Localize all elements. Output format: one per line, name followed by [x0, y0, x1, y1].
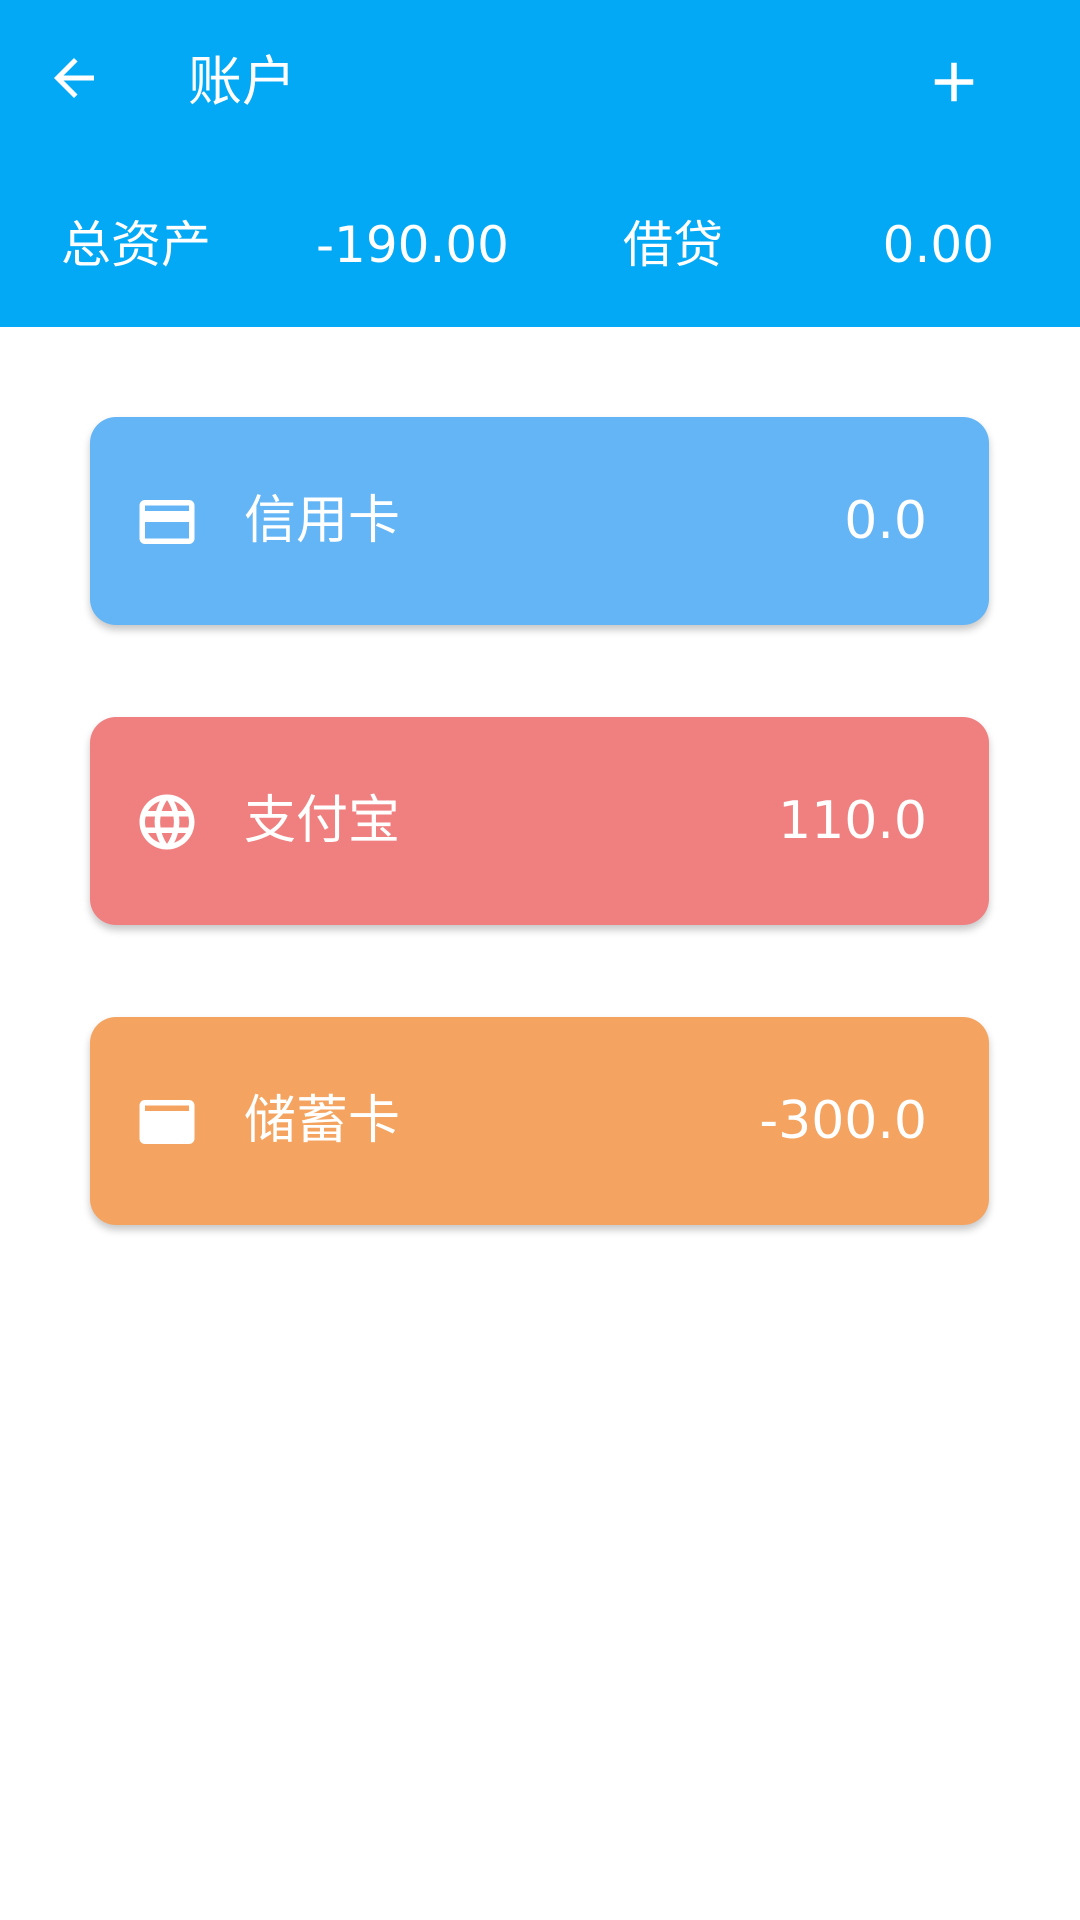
debt-value: 0.00 [882, 216, 994, 274]
add-account-button[interactable] [914, 44, 994, 120]
account-amount: 110.0 [778, 791, 927, 851]
account-amount: 0.0 [844, 491, 927, 551]
account-card-credit-card[interactable]: 信用卡 0.0 [90, 417, 989, 625]
account-name: 信用卡 [244, 491, 401, 551]
globe-icon [134, 789, 200, 855]
account-name: 支付宝 [244, 791, 401, 851]
page-title: 账户 [188, 50, 296, 113]
total-assets-label: 总资产 [61, 216, 211, 274]
total-assets-value: -190.00 [316, 216, 509, 274]
card-icon [134, 1089, 200, 1155]
account-card-savings-card[interactable]: 储蓄卡 -300.0 [90, 1017, 989, 1225]
back-button[interactable] [36, 40, 112, 116]
debt-label: 借贷 [623, 216, 723, 274]
credit-card-icon [134, 489, 200, 555]
app-header: 账户 总资产 -190.00 借贷 0.00 [0, 0, 1080, 327]
arrow-left-icon [54, 58, 94, 98]
plus-icon [934, 62, 974, 102]
account-name: 储蓄卡 [244, 1091, 401, 1151]
account-card-alipay[interactable]: 支付宝 110.0 [90, 717, 989, 925]
account-amount: -300.0 [759, 1091, 927, 1151]
